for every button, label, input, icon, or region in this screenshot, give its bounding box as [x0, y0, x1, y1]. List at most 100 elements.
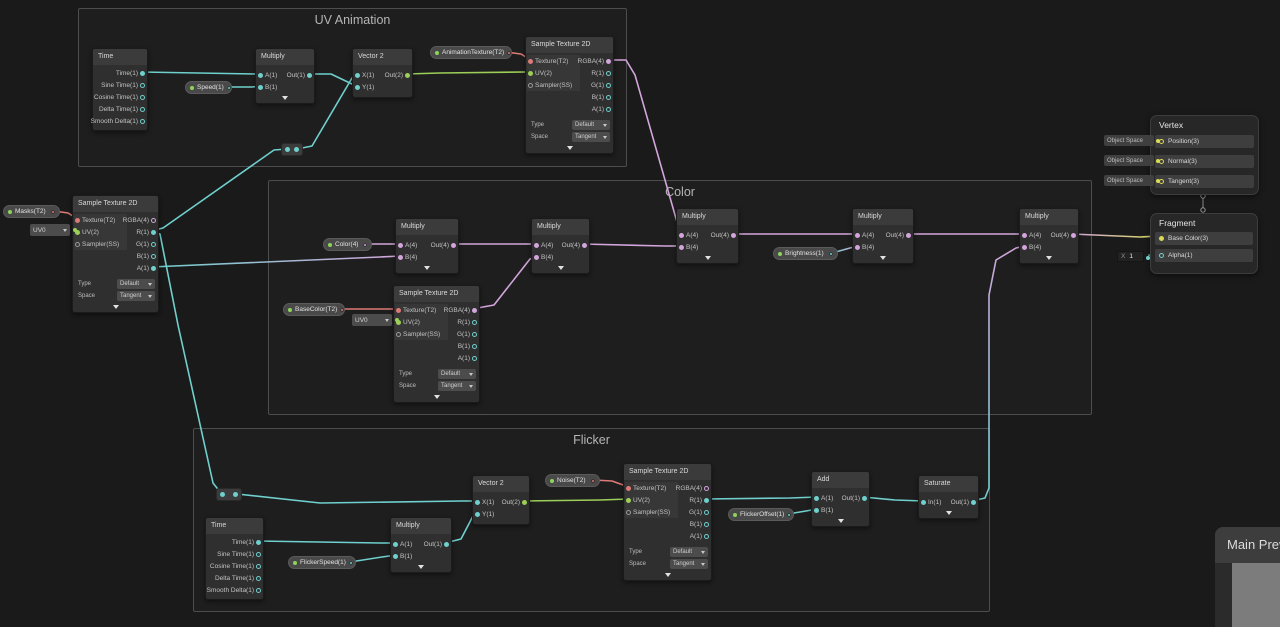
node-title[interactable]: Sample Texture 2D [526, 37, 613, 53]
output-port[interactable]: Cosine Time(1) [208, 560, 261, 572]
port-dot[interactable] [1022, 245, 1027, 250]
collapse-chevron[interactable] [73, 303, 158, 311]
port-dot[interactable] [971, 500, 976, 505]
port-dot[interactable] [256, 564, 261, 569]
port-dot[interactable] [855, 245, 860, 250]
port-dot[interactable] [258, 85, 263, 90]
dropdown-space[interactable]: Tangent [670, 559, 708, 569]
property-pill-flickerspeed-1-[interactable]: FlickerSpeed(1) [288, 556, 356, 569]
port-dot[interactable] [582, 243, 587, 248]
collapse-chevron[interactable] [624, 571, 711, 579]
dropdown-space[interactable]: Tangent [572, 132, 610, 142]
output-port[interactable]: Out(1) [285, 69, 312, 81]
port-dot[interactable] [626, 486, 631, 491]
input-port[interactable]: Sampler(SS) [528, 79, 574, 91]
input-port[interactable]: A(4) [398, 239, 419, 251]
input-port[interactable]: B(1) [814, 504, 835, 516]
output-port[interactable]: Out(4) [884, 229, 911, 241]
input-port[interactable]: Texture(T2) [75, 214, 117, 226]
node-multiply-color-5[interactable]: MultiplyA(4)B(4)Out(4) [1019, 208, 1079, 264]
input-port[interactable]: B(1) [393, 550, 414, 562]
output-port[interactable]: Out(4) [429, 239, 456, 251]
pill-type-dot[interactable] [340, 308, 344, 312]
input-port[interactable]: UV(2) [75, 226, 101, 238]
collapse-chevron[interactable] [677, 254, 738, 262]
port-dot[interactable] [522, 500, 527, 505]
fragment-block-1[interactable]: Alpha(1) [1155, 249, 1253, 262]
port-dot[interactable] [396, 308, 401, 313]
output-port[interactable]: G(1) [687, 506, 709, 518]
input-port[interactable]: B(4) [1022, 241, 1043, 253]
port-dot[interactable] [398, 255, 403, 260]
input-port[interactable]: A(1) [258, 69, 279, 81]
redirect-dot[interactable] [294, 147, 299, 152]
vertex-block-1[interactable]: Normal(3) [1155, 155, 1254, 168]
port-dot[interactable] [140, 119, 145, 124]
port-dot[interactable] [862, 496, 867, 501]
port-dot[interactable] [679, 233, 684, 238]
input-port[interactable]: A(4) [1022, 229, 1043, 241]
input-port[interactable]: Sampler(SS) [396, 328, 442, 340]
main-preview-header[interactable]: Main Preview [1215, 527, 1280, 563]
output-port[interactable]: Out(4) [709, 229, 736, 241]
port-dot[interactable] [606, 59, 611, 64]
node-sample-texture-animation[interactable]: Sample Texture 2DTexture(T2)UV(2)Sampler… [525, 36, 614, 154]
port-dot[interactable] [396, 332, 401, 337]
port-dot[interactable] [704, 486, 709, 491]
port-dot[interactable] [704, 498, 709, 503]
dropdown-type[interactable]: Default [117, 279, 155, 289]
input-port[interactable]: UV(2) [626, 494, 652, 506]
node-multiply-color-4[interactable]: MultiplyA(4)B(4)Out(4) [852, 208, 914, 264]
port-dot[interactable] [398, 243, 403, 248]
output-port[interactable]: G(1) [455, 328, 477, 340]
pill-type-dot[interactable] [363, 243, 367, 247]
input-port[interactable]: UV(2) [396, 316, 422, 328]
output-port[interactable]: G(1) [134, 238, 156, 250]
node-sample-texture-noise[interactable]: Sample Texture 2DTexture(T2)UV(2)Sampler… [623, 463, 712, 581]
output-port[interactable]: Out(4) [1049, 229, 1076, 241]
dropdown-type[interactable]: Default [670, 547, 708, 557]
input-port[interactable]: Y(1) [355, 81, 376, 93]
port-dot[interactable] [534, 243, 539, 248]
dropdown-space[interactable]: Tangent [117, 291, 155, 301]
output-port[interactable]: A(1) [135, 262, 156, 274]
output-port[interactable]: Out(1) [422, 538, 449, 550]
pill-type-dot[interactable] [227, 86, 231, 90]
redirect-dot[interactable] [220, 492, 225, 497]
node-saturate-flicker[interactable]: SaturateIn(1)Out(1) [918, 475, 979, 519]
port-dot[interactable] [679, 245, 684, 250]
collapse-chevron[interactable] [391, 563, 451, 571]
input-port[interactable]: B(4) [398, 251, 419, 263]
node-title[interactable]: Vector 2 [353, 49, 412, 65]
node-title[interactable]: Saturate [919, 476, 978, 492]
input-port[interactable]: B(4) [679, 241, 700, 253]
output-port[interactable]: Smooth Delta(1) [205, 584, 261, 596]
vertex-block-2[interactable]: Tangent(3) [1155, 175, 1254, 188]
node-title[interactable]: Sample Texture 2D [394, 286, 479, 302]
port-dot[interactable] [444, 542, 449, 547]
pill-type-dot[interactable] [829, 252, 833, 256]
port-dot[interactable] [393, 542, 398, 547]
node-title[interactable]: Add [812, 472, 869, 488]
property-pill-brightness-1-[interactable]: Brightness(1) [773, 247, 838, 260]
fragment-block-0[interactable]: Base Color(3) [1155, 232, 1253, 245]
port-dot[interactable] [256, 540, 261, 545]
port-dot[interactable] [472, 308, 477, 313]
input-port[interactable]: Texture(T2) [528, 55, 570, 67]
port-dot[interactable] [256, 588, 261, 593]
output-port[interactable]: Delta Time(1) [213, 572, 261, 584]
port-dot[interactable] [140, 107, 145, 112]
output-port[interactable]: RGBA(4) [674, 482, 709, 494]
block-port-dot[interactable] [1159, 236, 1164, 241]
output-port[interactable]: Smooth Delta(1) [89, 115, 145, 127]
input-port[interactable]: A(4) [534, 239, 555, 251]
node-title[interactable]: Multiply [396, 219, 458, 235]
port-dot[interactable] [814, 508, 819, 513]
output-port[interactable]: A(1) [456, 352, 477, 364]
node-title[interactable]: Multiply [391, 518, 451, 534]
vertex-block-0[interactable]: Position(3) [1155, 135, 1254, 148]
port-dot[interactable] [151, 242, 156, 247]
uv-channel-dropdown[interactable]: UV0 [30, 224, 70, 236]
port-dot[interactable] [393, 554, 398, 559]
output-port[interactable]: Delta Time(1) [97, 103, 145, 115]
